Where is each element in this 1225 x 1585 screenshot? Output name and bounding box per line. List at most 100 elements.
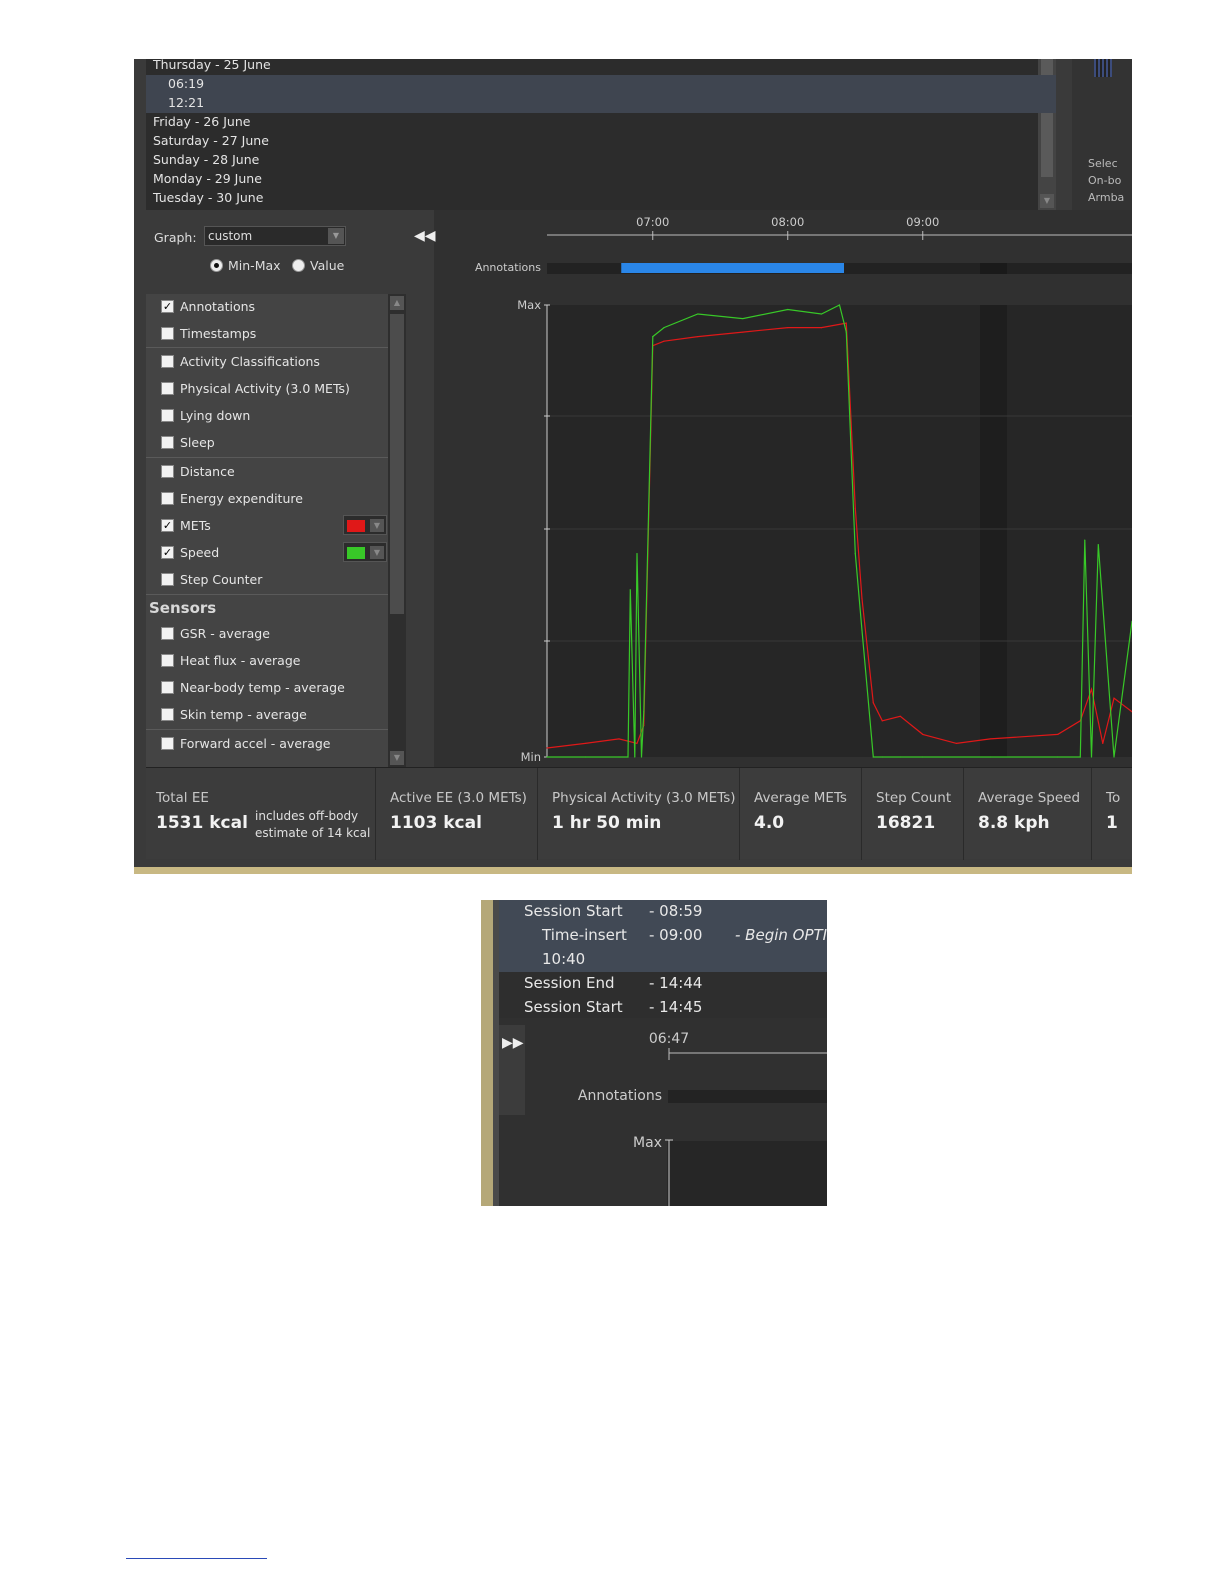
radio-min-max-label: Min-Max [228,258,281,273]
data-point-speed [742,317,744,320]
graph-select[interactable]: custom ▼ [204,226,346,246]
layer-toggle-physical-activity-3-0-mets[interactable]: Physical Activity (3.0 METs) [161,378,350,398]
data-point-speed [881,756,883,758]
checkbox-icon[interactable] [161,653,174,667]
day-list-item[interactable]: 12:21 [146,94,1056,113]
checkbox-icon[interactable] [161,626,174,640]
checkbox-icon[interactable] [161,680,174,694]
layer-toggle-forward-accel-average[interactable]: Forward accel - average [161,733,330,753]
checkbox-icon[interactable] [161,707,174,721]
layer-toggle-timestamps[interactable]: Timestamps [161,323,256,343]
data-point-speed [854,553,856,555]
day-list-item[interactable]: Friday - 26 June [146,113,1056,132]
y-max-label: Max [517,298,541,312]
data-point-speed [838,304,841,306]
checkbox-icon[interactable] [161,491,174,505]
color-picker[interactable]: ▼ [343,515,387,535]
data-point-speed [640,756,643,758]
data-point-speed [845,331,847,333]
layer-toggle-near-body-temp-average[interactable]: Near-body temp - average [161,677,345,697]
data-point-mets [854,507,856,509]
stat-value: 1 hr 50 min [552,813,662,833]
checkbox-icon[interactable] [161,572,174,586]
data-point-mets [820,327,823,329]
color-swatch [347,520,365,532]
layer-separator [146,457,388,458]
data-point-mets [845,322,847,324]
layer-list-scrollbar[interactable]: ▲ ▼ [388,294,406,767]
checkbox-checked-icon[interactable]: ✓ [161,299,174,313]
checkbox-icon[interactable] [161,464,174,478]
scrollbar-thumb[interactable] [390,314,404,614]
info-line: On-bo [1088,174,1122,187]
stat-value: 1531 kcal [156,813,248,833]
layer-toggle-activity-classifications[interactable]: Activity Classifications [161,351,320,371]
layer-toggle-skin-temp-average[interactable]: Skin temp - average [161,704,307,724]
collapse-panel: ◀◀ [408,210,436,767]
data-point-speed [636,553,638,555]
day-list-item[interactable]: Tuesday - 30 June [146,189,1056,208]
radio-value[interactable]: Value [292,258,344,273]
data-point-mets [584,742,586,745]
radio-dot-icon[interactable] [292,259,305,272]
layer-toggle-speed[interactable]: ✓ Speed [161,542,219,562]
data-point-speed [643,711,645,713]
layer-toggle-energy-expenditure[interactable]: Energy expenditure [161,488,303,508]
checkbox-icon[interactable] [161,326,174,340]
stat-value: 16821 [876,813,936,833]
checkbox-icon[interactable] [161,381,174,395]
data-point-speed [861,629,863,632]
day-list-item[interactable]: Monday - 29 June [146,170,1056,189]
layer-toggle-sleep[interactable]: Sleep [161,432,215,452]
info-line: Armba [1088,191,1125,204]
data-point-mets [989,738,991,740]
timeline-chart: 07:00 08:00 09:00 Annotations Max Min [475,215,1132,764]
layer-label: Physical Activity (3.0 METs) [180,380,350,396]
radio-dot-icon[interactable] [210,259,223,272]
layer-label: Step Counter [180,571,263,587]
checkbox-icon[interactable] [161,408,174,422]
layer-toggle-gsr-average[interactable]: GSR - average [161,623,270,643]
day-list[interactable]: ▼ Thursday - 25 June 06:19 12:21 Friday - 2… [146,59,1056,210]
radio-min-max[interactable]: Min-Max [210,258,281,273]
day-list-item[interactable]: Thursday - 25 June [146,59,1056,75]
app-window: ▼ Thursday - 25 June 06:19 12:21 Friday - 2… [134,59,1132,867]
stat-label: Average Speed [978,790,1081,806]
annotation-bar[interactable] [621,263,844,273]
data-point-speed [1097,543,1099,546]
day-list-item[interactable]: 06:19 [146,75,1056,94]
radio-value-label: Value [310,258,345,273]
data-point-speed [820,313,823,315]
data-point-speed [922,756,924,758]
time-tick-label: 08:00 [771,215,804,229]
layer-toggle-heat-flux-average[interactable]: Heat flux - average [161,650,300,670]
checkbox-checked-icon[interactable]: ✓ [161,518,174,532]
layer-toggle-mets[interactable]: ✓ METs [161,515,211,535]
layer-label: Activity Classifications [180,353,320,369]
chevron-down-icon[interactable]: ▼ [328,228,344,244]
data-point-speed [899,756,901,758]
data-point-speed [787,308,789,311]
chevron-down-icon[interactable]: ▼ [370,519,384,532]
layer-label: Lying down [180,407,251,423]
y-min-label: Min [521,750,541,764]
layer-label: Energy expenditure [180,490,303,506]
checkbox-icon[interactable] [161,736,174,750]
layer-toggle-lying-down[interactable]: Lying down [161,405,250,425]
layer-toggle-annotations[interactable]: ✓ Annotations [161,296,255,316]
scroll-down-icon[interactable]: ▼ [390,751,404,765]
color-picker[interactable]: ▼ [343,542,387,562]
layer-label: Speed [180,544,220,560]
scroll-up-icon[interactable]: ▲ [390,296,404,310]
chevron-down-icon[interactable]: ▼ [370,546,384,559]
stat-average-mets: Average METs 4.0 [740,768,862,860]
data-point-mets [861,598,863,600]
layer-toggle-distance[interactable]: Distance [161,461,235,481]
checkbox-checked-icon[interactable]: ✓ [161,545,174,559]
day-list-item[interactable]: Sunday - 28 June [146,151,1056,170]
checkbox-icon[interactable] [161,435,174,449]
checkbox-icon[interactable] [161,354,174,368]
stats-bar: Total EE 1531 kcal includes off-body est… [146,767,1132,860]
day-list-item[interactable]: Saturday - 27 June [146,132,1056,151]
layer-toggle-step-counter[interactable]: Step Counter [161,569,262,589]
